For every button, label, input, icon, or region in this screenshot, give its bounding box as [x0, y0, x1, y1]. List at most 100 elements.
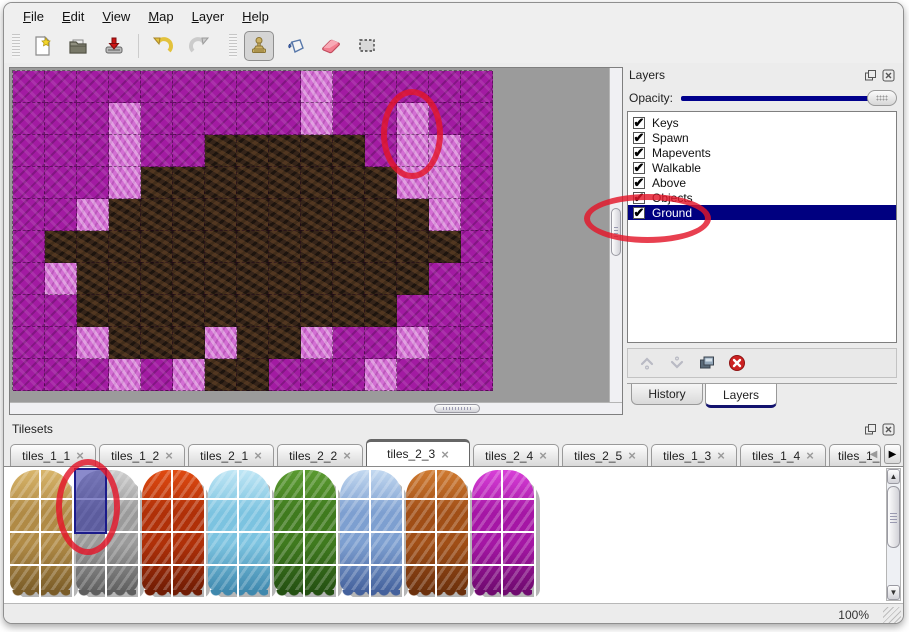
map-tile[interactable]: [365, 231, 397, 263]
map-tile[interactable]: [301, 295, 333, 327]
map-tile[interactable]: [141, 231, 173, 263]
map-tile[interactable]: [13, 327, 45, 359]
map-tile[interactable]: [205, 327, 237, 359]
map-tile[interactable]: [397, 359, 429, 391]
map-tile[interactable]: [237, 263, 269, 295]
map-tile[interactable]: [173, 199, 205, 231]
resize-grip[interactable]: [883, 607, 901, 623]
scroll-up-button[interactable]: ▲: [887, 469, 900, 484]
map-tile[interactable]: [333, 295, 365, 327]
scroll-tabs-left-button[interactable]: ◀: [865, 444, 882, 464]
tab-close-icon[interactable]: ×: [441, 447, 449, 462]
move-layer-down-button[interactable]: [664, 351, 690, 375]
map-tile[interactable]: [77, 167, 109, 199]
map-tile[interactable]: [205, 103, 237, 135]
map-tile[interactable]: [13, 167, 45, 199]
map-tile[interactable]: [109, 71, 141, 103]
map-tile[interactable]: [461, 103, 493, 135]
map-tile[interactable]: [461, 295, 493, 327]
map-canvas[interactable]: [12, 70, 492, 390]
tab-close-icon[interactable]: ×: [806, 448, 814, 463]
map-tile[interactable]: [429, 231, 461, 263]
tileset-tab-tiles_2_5[interactable]: tiles_2_5×: [562, 444, 648, 466]
layer-visibility-checkbox[interactable]: ✔: [633, 162, 645, 174]
map-tile[interactable]: [365, 167, 397, 199]
map-tile[interactable]: [237, 295, 269, 327]
map-tile[interactable]: [45, 103, 77, 135]
map-tile[interactable]: [461, 71, 493, 103]
map-tile[interactable]: [333, 263, 365, 295]
map-tile[interactable]: [461, 199, 493, 231]
map-tile[interactable]: [173, 71, 205, 103]
map-tile[interactable]: [269, 199, 301, 231]
map-tile[interactable]: [141, 199, 173, 231]
toolbar-grip-2[interactable]: [229, 34, 237, 58]
map-tile[interactable]: [301, 103, 333, 135]
opacity-slider-handle[interactable]: [867, 90, 897, 106]
layer-row-keys[interactable]: ✔Keys: [628, 115, 896, 130]
map-tile[interactable]: [205, 263, 237, 295]
map-tile[interactable]: [237, 103, 269, 135]
map-vscroll-thumb[interactable]: [611, 208, 621, 256]
menu-layer[interactable]: Layer: [183, 6, 234, 27]
map-tile[interactable]: [205, 231, 237, 263]
map-tile[interactable]: [301, 71, 333, 103]
map-tile[interactable]: [461, 359, 493, 391]
map-tile[interactable]: [269, 231, 301, 263]
map-tile[interactable]: [173, 103, 205, 135]
map-tile[interactable]: [141, 295, 173, 327]
map-tile[interactable]: [365, 71, 397, 103]
close-panel-icon[interactable]: [881, 68, 895, 82]
map-tile[interactable]: [365, 103, 397, 135]
map-tile[interactable]: [397, 103, 429, 135]
tab-close-icon[interactable]: ×: [539, 448, 547, 463]
map-tile[interactable]: [45, 359, 77, 391]
map-tile[interactable]: [45, 231, 77, 263]
layer-visibility-checkbox[interactable]: ✔: [633, 132, 645, 144]
map-tile[interactable]: [109, 359, 141, 391]
map-tile[interactable]: [173, 327, 205, 359]
float-panel-icon[interactable]: [863, 68, 877, 82]
map-tile[interactable]: [269, 295, 301, 327]
map-tile[interactable]: [13, 199, 45, 231]
layer-row-ground[interactable]: ✔Ground: [628, 205, 896, 220]
tileset-tab-tiles_1_4[interactable]: tiles_1_4×: [740, 444, 826, 466]
map-tile[interactable]: [365, 327, 397, 359]
map-tile[interactable]: [397, 199, 429, 231]
layer-visibility-checkbox[interactable]: ✔: [633, 117, 645, 129]
map-tile[interactable]: [173, 359, 205, 391]
map-tile[interactable]: [365, 359, 397, 391]
menu-file[interactable]: File: [14, 6, 53, 27]
map-tile[interactable]: [461, 135, 493, 167]
map-tile[interactable]: [237, 135, 269, 167]
map-tile[interactable]: [333, 359, 365, 391]
tile-column-sand[interactable]: [10, 470, 72, 592]
map-tile[interactable]: [173, 231, 205, 263]
map-tile[interactable]: [269, 167, 301, 199]
map-tile[interactable]: [173, 263, 205, 295]
toolbar-grip[interactable]: [12, 34, 20, 58]
delete-layer-button[interactable]: [724, 351, 750, 375]
map-tile[interactable]: [397, 295, 429, 327]
map-tile[interactable]: [429, 359, 461, 391]
selected-tile-highlight[interactable]: [74, 468, 107, 534]
map-tile[interactable]: [269, 327, 301, 359]
map-tile[interactable]: [109, 231, 141, 263]
map-tile[interactable]: [77, 263, 109, 295]
map-tile[interactable]: [237, 359, 269, 391]
opacity-slider[interactable]: [681, 90, 895, 106]
map-tile[interactable]: [77, 359, 109, 391]
tab-layers[interactable]: Layers: [705, 384, 777, 408]
float-tilesets-icon[interactable]: [863, 422, 877, 436]
tab-close-icon[interactable]: ×: [717, 448, 725, 463]
map-tile[interactable]: [237, 71, 269, 103]
tab-history[interactable]: History: [631, 384, 703, 405]
tab-close-icon[interactable]: ×: [165, 448, 173, 463]
map-tile[interactable]: [45, 71, 77, 103]
map-tile[interactable]: [269, 359, 301, 391]
scroll-down-button[interactable]: ▼: [887, 585, 900, 600]
map-tile[interactable]: [13, 359, 45, 391]
layer-visibility-checkbox[interactable]: ✔: [633, 207, 645, 219]
map-tile[interactable]: [13, 71, 45, 103]
map-tile[interactable]: [45, 263, 77, 295]
